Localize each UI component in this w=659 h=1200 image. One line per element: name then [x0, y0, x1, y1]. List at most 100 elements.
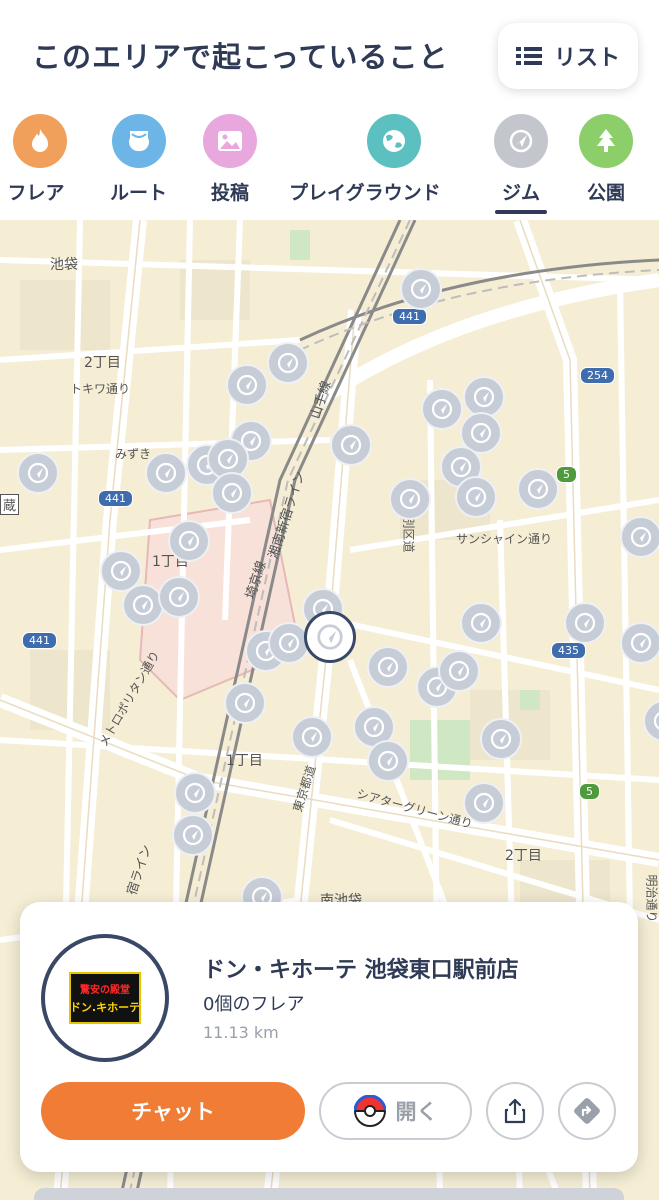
gym-icon: [465, 486, 487, 508]
gym-marker[interactable]: [17, 452, 59, 494]
gym-marker[interactable]: [564, 602, 606, 644]
gym-marker[interactable]: [211, 472, 253, 514]
route-badge: 441: [98, 490, 133, 507]
gym-marker[interactable]: [620, 622, 659, 664]
tab-flare[interactable]: フレア: [7, 114, 67, 205]
gym-icon: [132, 594, 154, 616]
distance: 11.13 km: [203, 1023, 279, 1042]
gym-icon: [277, 352, 299, 374]
gym-icon: [410, 278, 432, 300]
gym-marker[interactable]: [400, 268, 442, 310]
gym-icon: [490, 728, 512, 750]
header: このエリアで起こっていること リスト フレア ルート 投稿 プレイグラウンド ジ…: [0, 0, 659, 220]
gym-marker[interactable]: [168, 520, 210, 562]
gym-marker[interactable]: [174, 772, 216, 814]
gym-marker[interactable]: [268, 622, 310, 664]
tab-park[interactable]: 公園: [579, 114, 633, 205]
tab-label: ジム: [501, 182, 540, 204]
gym-marker[interactable]: [172, 814, 214, 856]
flare-count: 0個のフレア: [203, 994, 305, 1015]
map-label: 2丁目: [505, 848, 542, 864]
tab-gym[interactable]: ジム: [494, 114, 548, 214]
tab-posts[interactable]: 投稿: [203, 114, 257, 205]
gym-icon: [317, 624, 343, 650]
gym-marker[interactable]: [455, 476, 497, 518]
selected-gym-marker[interactable]: [304, 611, 356, 663]
gym-icon: [301, 726, 323, 748]
route-badge: 254: [580, 367, 615, 384]
gym-marker[interactable]: [158, 576, 200, 618]
gym-icon: [450, 456, 472, 478]
open-button[interactable]: 開く: [319, 1082, 472, 1140]
gym-marker[interactable]: [463, 782, 505, 824]
gym-icon: [399, 488, 421, 510]
gym-marker[interactable]: [517, 468, 559, 510]
logo-text: 驚安の殿堂: [80, 985, 130, 996]
gym-icon: [377, 656, 399, 678]
map-label: 蔵: [0, 494, 20, 515]
gym-icon: [236, 374, 258, 396]
chat-button[interactable]: チャット: [41, 1082, 305, 1140]
gym-marker[interactable]: [226, 364, 268, 406]
gym-icon: [168, 586, 190, 608]
gym-icon: [630, 632, 652, 654]
gym-icon: [448, 660, 470, 682]
gym-marker[interactable]: [421, 388, 463, 430]
directions-button[interactable]: [558, 1082, 616, 1140]
map-label: 池袋: [50, 257, 78, 273]
directions-icon: [574, 1098, 600, 1124]
active-tab-indicator: [495, 210, 547, 214]
map-label: 明治通り: [644, 874, 659, 923]
next-card-peek: [34, 1188, 624, 1200]
gym-marker[interactable]: [620, 516, 659, 558]
gym-marker[interactable]: [122, 584, 164, 626]
globe-icon: [366, 114, 421, 168]
gym-name: ドン・キホーテ 池袋東口駅前店: [203, 958, 519, 983]
gym-marker[interactable]: [291, 716, 333, 758]
gym-marker[interactable]: [267, 342, 309, 384]
tab-label: プレイグラウンド: [289, 182, 441, 204]
gym-marker[interactable]: [224, 682, 266, 724]
open-label: 開く: [395, 1100, 438, 1124]
flame-icon: [13, 114, 67, 168]
gym-icon: [473, 792, 495, 814]
gym-icon: [377, 750, 399, 772]
gym-marker[interactable]: [367, 646, 409, 688]
gym-icon: [155, 462, 177, 484]
route-badge: 5: [556, 466, 577, 483]
gym-icon: [470, 612, 492, 634]
tab-playground[interactable]: プレイグラウンド: [289, 114, 441, 205]
gym-marker[interactable]: [330, 424, 372, 466]
map-label: みずき: [115, 447, 152, 461]
tab-label: 投稿: [210, 182, 249, 204]
gym-icon: [184, 782, 206, 804]
store-logo: 驚安の殿堂 ドン.キホーテ: [69, 972, 141, 1024]
gym-icon: [363, 716, 385, 738]
route-badge: 441: [22, 632, 57, 649]
map-label: サンシャイン通り: [456, 532, 553, 546]
tab-label: フレア: [7, 182, 65, 204]
gym-marker[interactable]: [460, 602, 502, 644]
list-view-button[interactable]: リスト: [498, 23, 638, 89]
tab-route[interactable]: ルート: [110, 114, 167, 205]
gym-marker[interactable]: [438, 650, 480, 692]
gym-icon: [182, 824, 204, 846]
gym-marker[interactable]: [367, 740, 409, 782]
gym-icon: [494, 114, 548, 168]
gym-info-card[interactable]: 驚安の殿堂 ドン.キホーテ ドン・キホーテ 池袋東口駅前店 0個のフレア 11.…: [20, 902, 638, 1172]
gym-icon: [110, 560, 132, 582]
gym-icon: [470, 422, 492, 444]
store-logo-frame: 驚安の殿堂 ドン.キホーテ: [41, 934, 169, 1062]
map-label: 2丁目: [84, 355, 121, 371]
gym-marker[interactable]: [389, 478, 431, 520]
gym-icon: [27, 462, 49, 484]
gym-icon: [234, 692, 256, 714]
share-button[interactable]: [486, 1082, 544, 1140]
tab-label: ルート: [110, 182, 168, 204]
image-icon: [203, 114, 257, 168]
gym-marker[interactable]: [480, 718, 522, 760]
gym-icon: [630, 526, 652, 548]
tree-icon: [579, 114, 633, 168]
gym-icon: [340, 434, 362, 456]
gym-marker[interactable]: [145, 452, 187, 494]
